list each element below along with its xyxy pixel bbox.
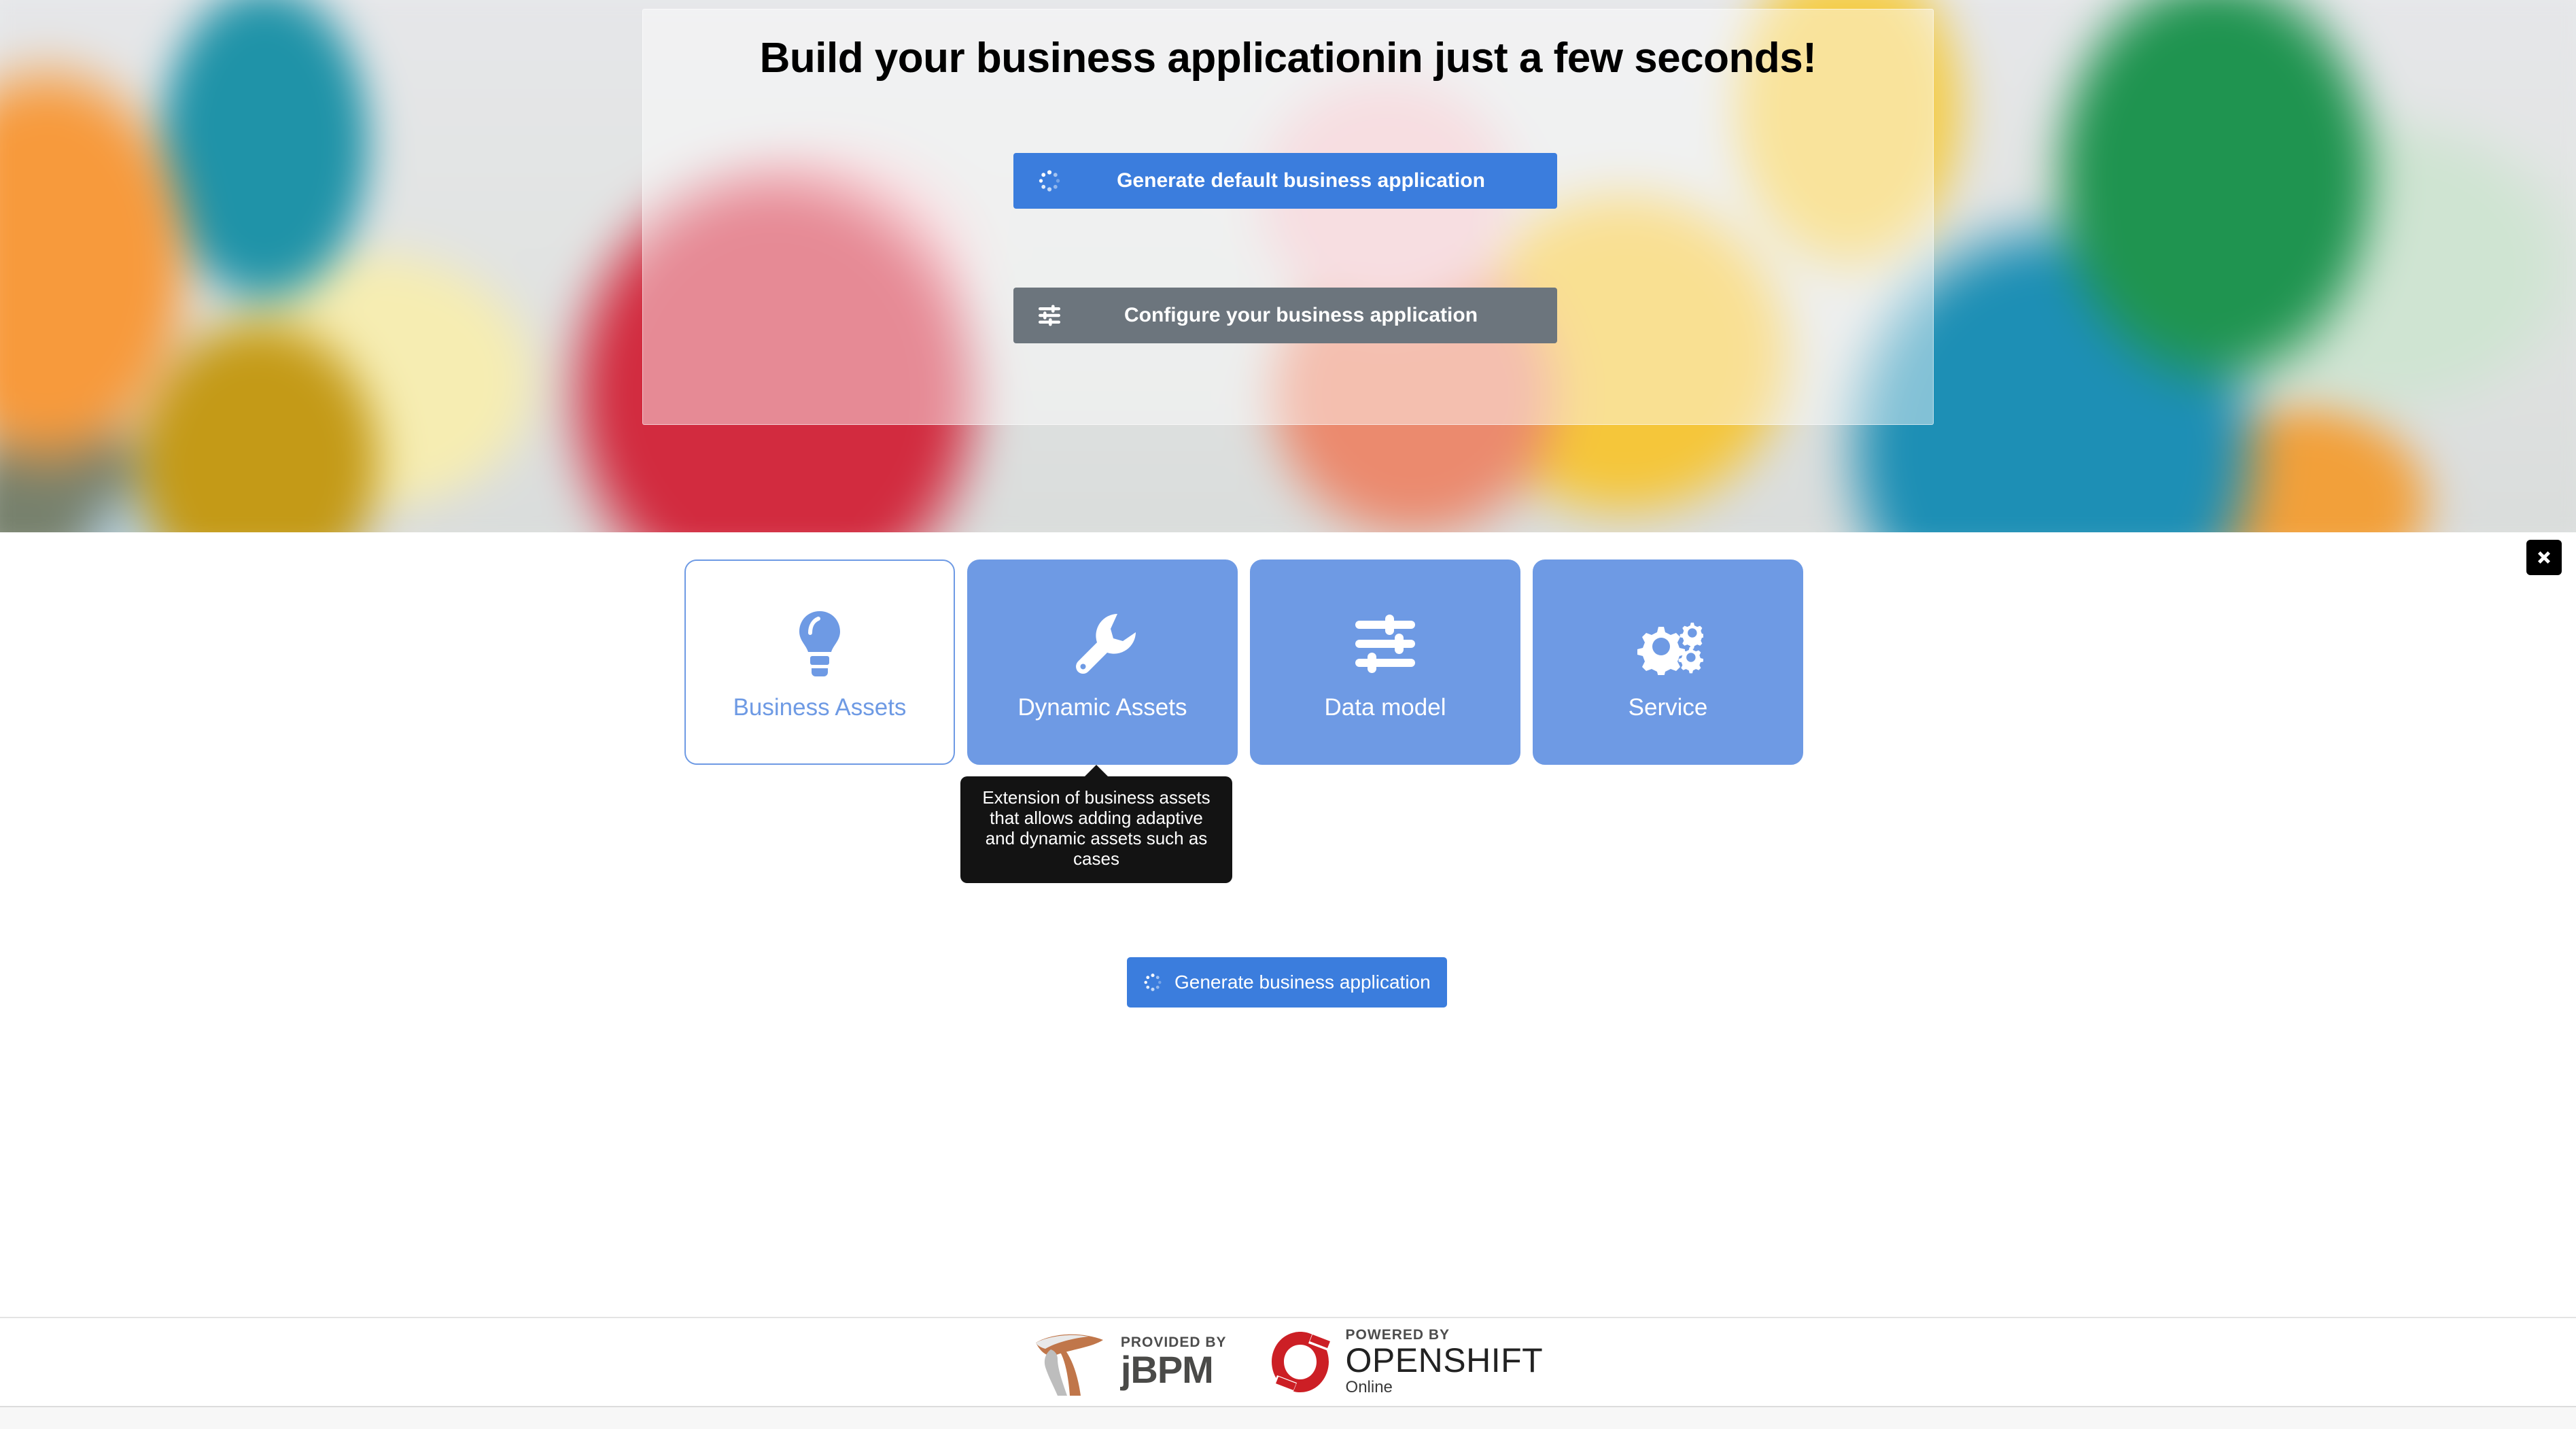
- card-label: Business Assets: [733, 694, 907, 721]
- jbpm-name: jBPM: [1120, 1347, 1214, 1391]
- cogs-icon: [1633, 603, 1703, 685]
- card-business-assets[interactable]: Business Assets: [684, 559, 955, 765]
- jbpm-logo-icon: [1035, 1334, 1103, 1396]
- card-label: Service: [1628, 694, 1708, 721]
- openshift-kicker: POWERED BY: [1345, 1327, 1450, 1343]
- configure-business-application-button[interactable]: Configure your business application: [1013, 288, 1557, 343]
- generate-default-business-application-label: Generate default business application: [1117, 169, 1485, 192]
- openshift-sub: Online: [1345, 1378, 1393, 1396]
- generate-default-business-application-button[interactable]: Generate default business application: [1013, 153, 1557, 209]
- jbpm-footer-logo: PROVIDED BY jBPM: [1033, 1325, 1227, 1398]
- openshift-logo-icon: [1271, 1331, 1332, 1393]
- openshift-footer-logo: POWERED BY OPENSHIFT Online: [1265, 1326, 1544, 1398]
- openshift-name: OPENSHIFT: [1345, 1341, 1544, 1379]
- footer: PROVIDED BY jBPM POWERED BY OPENSHIFT On…: [0, 1318, 2576, 1405]
- card-label: Data model: [1324, 694, 1446, 721]
- sliders-icon: [1353, 603, 1418, 685]
- page-root: Build your business applicationin just a…: [0, 0, 2576, 1429]
- lightbulb-icon: [795, 603, 844, 685]
- sliders-icon: [1034, 305, 1065, 326]
- configure-business-application-label: Configure your business application: [1124, 304, 1478, 326]
- wrench-icon: [1068, 603, 1136, 685]
- card-label: Dynamic Assets: [1017, 694, 1187, 721]
- page-title: Build your business applicationin just a…: [759, 35, 1817, 82]
- generate-business-application-label: Generate business application: [1174, 971, 1431, 993]
- spinner-icon: [1034, 169, 1065, 192]
- hero-banner: Build your business applicationin just a…: [0, 0, 2576, 532]
- application-components-cards: Business Assets Dynamic Assets Data mode…: [684, 559, 1803, 765]
- card-dynamic-assets[interactable]: Dynamic Assets: [967, 559, 1238, 765]
- jbpm-kicker: PROVIDED BY: [1120, 1334, 1227, 1350]
- close-icon: [2538, 551, 2550, 564]
- bottom-band: [0, 1407, 2576, 1429]
- generate-business-application-button[interactable]: Generate business application: [1127, 957, 1447, 1008]
- tooltip: Extension of business assets that allows…: [960, 776, 1232, 883]
- card-data-model[interactable]: Data model: [1250, 559, 1520, 765]
- close-button[interactable]: [2526, 540, 2562, 575]
- wizard-stepper: Step 1: Application Type Step 2: Applica…: [0, 1006, 2576, 1176]
- card-service[interactable]: Service: [1533, 559, 1803, 765]
- spinner-icon: [1143, 973, 1162, 992]
